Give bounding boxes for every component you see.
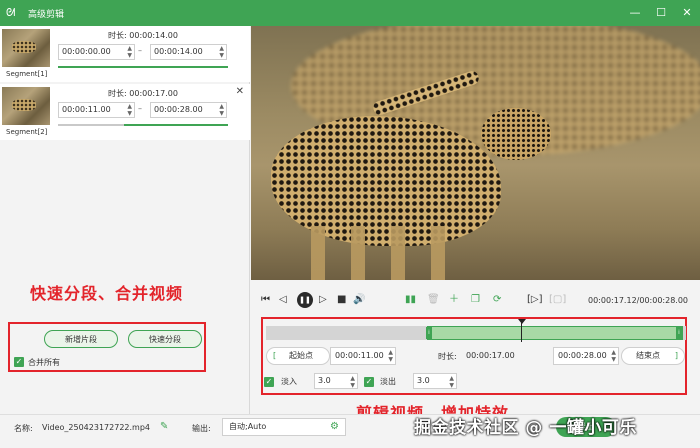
window-controls: — ☐ ✕	[628, 4, 694, 20]
gear-icon[interactable]: ⚙	[330, 419, 339, 435]
mark-in-icon[interactable]: [▷]	[527, 294, 543, 306]
annotation-left: 快速分段、合并视频	[30, 284, 184, 303]
delete-icon[interactable]: 🗑	[427, 294, 440, 306]
spinner-icon[interactable]: ▲ ▼	[127, 103, 132, 117]
spinner-icon[interactable]: ▲ ▼	[449, 375, 454, 389]
segment-progress-bar	[58, 66, 228, 68]
stop-icon[interactable]: ■	[337, 294, 346, 306]
minimize-icon[interactable]: —	[628, 4, 642, 20]
set-end-button[interactable]: 结束点 ]	[621, 347, 685, 365]
edit-name-icon[interactable]: ✎	[160, 421, 168, 432]
skip-start-icon[interactable]: ⏮	[261, 294, 270, 306]
merge-all-label: 合并所有	[28, 358, 60, 367]
close-icon[interactable]: ✕	[680, 4, 694, 20]
range-row: [ 起始点 00:00:11.00 ▲ ▼ 时长: 00:00:17.00 00:…	[266, 347, 686, 365]
spinner-icon[interactable]: ▲ ▼	[350, 375, 355, 389]
volume-icon[interactable]: 🔊	[353, 294, 365, 306]
fade-out-checkbox[interactable]: ✓	[364, 377, 374, 387]
video-cheetah-head	[481, 108, 551, 160]
step-forward-icon[interactable]: ▷	[319, 294, 327, 306]
video-preview[interactable]	[251, 26, 700, 280]
bracket-left-icon: [	[273, 351, 277, 360]
spinner-icon[interactable]: ▲ ▼	[388, 349, 393, 363]
timeline-selection[interactable]	[427, 326, 683, 340]
maximize-icon[interactable]: ☐	[654, 4, 668, 20]
window-title: 高级剪辑	[28, 9, 65, 20]
range-dash: –	[138, 104, 142, 113]
spinner-icon[interactable]: ▲ ▼	[611, 349, 616, 363]
output-select[interactable]: 自动;Auto ⚙	[222, 418, 346, 436]
range-start-field[interactable]: 00:00:11.00 ▲ ▼	[330, 347, 396, 365]
segment-label: Segment[2]	[6, 128, 48, 136]
add-icon[interactable]: ＋	[449, 294, 459, 306]
segment-label: Segment[1]	[6, 70, 48, 78]
segment-progress-bar	[124, 124, 228, 126]
copy-icon[interactable]: ❐	[471, 294, 480, 306]
mark-out-icon[interactable]: [▢]	[549, 294, 566, 306]
spinner-icon[interactable]: ▲ ▼	[219, 45, 224, 59]
segment-thumbnail	[2, 29, 50, 67]
playhead-marker-icon[interactable]	[518, 319, 526, 324]
segment-item[interactable]: Segment[2] 时长: 00:00:17.00 ✕ 00:00:11.00…	[0, 84, 250, 140]
fade-out-field[interactable]: 3.0 ▲ ▼	[413, 373, 457, 389]
range-end-field[interactable]: 00:00:28.00 ▲ ▼	[553, 347, 619, 365]
segment-item[interactable]: Segment[1] 时长: 00:00:14.00 00:00:00.00 ▲…	[0, 26, 250, 82]
fade-in-label: 淡入	[281, 377, 297, 386]
timeline-start-handle[interactable]: ⁞	[426, 327, 432, 339]
timeline-end-handle[interactable]: ⁞	[676, 327, 682, 339]
merge-all-checkbox[interactable]: ✓	[14, 357, 24, 367]
segment-end-field[interactable]: 00:00:28.00 ▲ ▼	[150, 102, 227, 118]
fade-in-checkbox[interactable]: ✓	[264, 377, 274, 387]
player-controls: ⏮ ◁ ❚❚ ▷ ■ 🔊 ▮▮ 🗑 ＋ ❐ ⟳ [▷] [▢] 00:00:17…	[251, 286, 700, 314]
file-name: Video_250423172722.mp4	[42, 423, 150, 432]
watermark: 掘金技术社区 @ 一罐小可乐	[414, 418, 637, 438]
bracket-right-icon: ]	[674, 351, 678, 360]
range-dash: –	[138, 46, 142, 55]
remove-segment-icon[interactable]: ✕	[236, 86, 244, 97]
segment-thumbnail	[2, 87, 50, 125]
quick-split-button[interactable]: 快速分段	[128, 330, 202, 348]
set-start-button[interactable]: [ 起始点	[266, 347, 330, 365]
segment-start-field[interactable]: 00:00:00.00 ▲ ▼	[58, 44, 135, 60]
step-back-icon[interactable]: ◁	[279, 294, 287, 306]
fade-in-field[interactable]: 3.0 ▲ ▼	[314, 373, 358, 389]
time-readout: 00:00:17.12/00:00:28.00	[588, 296, 688, 305]
segment-duration: 时长: 00:00:17.00	[108, 89, 178, 98]
split-icon[interactable]: ▮▮	[405, 294, 416, 306]
output-label: 输出:	[192, 424, 211, 433]
range-duration-value: 00:00:17.00	[466, 351, 515, 360]
title-bar: ᘛ 高级剪辑 — ☐ ✕	[0, 0, 700, 26]
add-segment-button[interactable]: 新增片段	[44, 330, 118, 348]
rabbit-logo-icon: ᘛ	[6, 6, 16, 19]
spinner-icon[interactable]: ▲ ▼	[219, 103, 224, 117]
spinner-icon[interactable]: ▲ ▼	[127, 45, 132, 59]
fade-out-label: 淡出	[380, 377, 396, 386]
range-duration-label: 时长:	[438, 352, 457, 361]
reset-icon[interactable]: ⟳	[493, 294, 501, 306]
video-cheetah-legs	[311, 226, 461, 280]
name-label: 名称:	[14, 424, 33, 433]
segment-start-field[interactable]: 00:00:11.00 ▲ ▼	[58, 102, 135, 118]
segment-end-field[interactable]: 00:00:14.00 ▲ ▼	[150, 44, 227, 60]
pause-icon[interactable]: ❚❚	[297, 292, 313, 308]
segment-duration: 时长: 00:00:14.00	[108, 31, 178, 40]
